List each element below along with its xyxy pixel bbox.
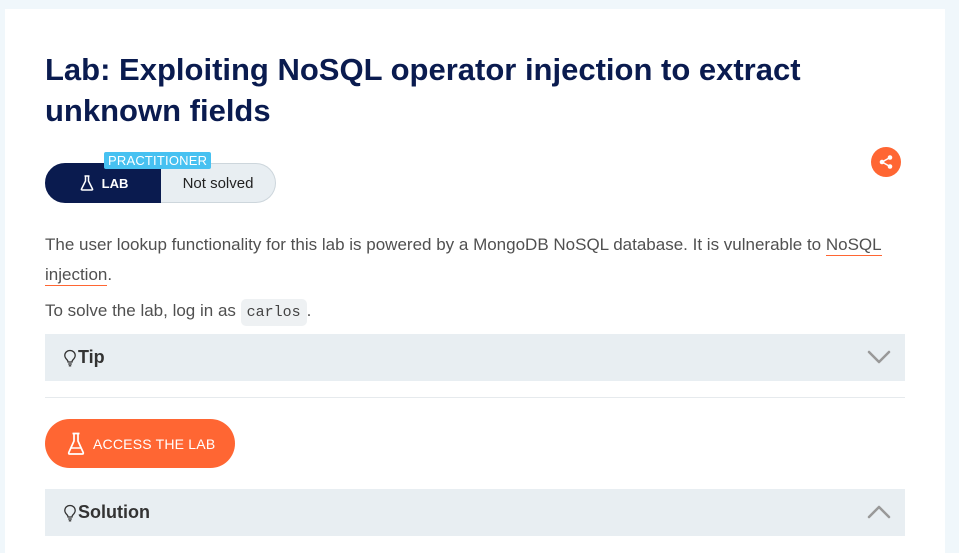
lightbulb-icon <box>63 504 77 522</box>
solve-instructions: To solve the lab, log in as carlos. <box>45 299 312 326</box>
solve-prefix: To solve the lab, log in as <box>45 301 241 320</box>
solution-accordion[interactable]: Solution <box>45 489 905 536</box>
lightbulb-icon <box>63 349 77 367</box>
lab-status-badge: PRACTITIONER LAB Not solved <box>45 152 277 203</box>
level-tag: PRACTITIONER <box>104 152 212 169</box>
lab-label-pill: LAB <box>45 163 163 203</box>
access-lab-button[interactable]: ACCESS THE LAB <box>45 419 235 468</box>
share-button[interactable] <box>871 147 901 177</box>
section-divider <box>45 397 905 398</box>
tip-accordion[interactable]: Tip <box>45 334 905 381</box>
lab-description: The user lookup functionality for this l… <box>45 230 905 290</box>
username-code: carlos <box>240 299 307 326</box>
access-lab-label: ACCESS THE LAB <box>93 435 216 452</box>
solution-label: Solution <box>78 502 150 522</box>
solve-suffix: . <box>306 301 312 320</box>
chevron-down-icon <box>867 346 891 373</box>
lab-label: LAB <box>101 175 129 191</box>
description-end: . <box>107 265 113 284</box>
flask-icon <box>80 175 94 191</box>
lab-page: Lab: Exploiting NoSQL operator injection… <box>5 9 945 553</box>
chevron-up-icon <box>867 501 891 528</box>
description-text: The user lookup functionality for this l… <box>45 235 826 254</box>
flask-icon <box>67 432 85 456</box>
page-title: Lab: Exploiting NoSQL operator injection… <box>45 52 801 128</box>
solved-status: Not solved <box>161 163 276 203</box>
share-icon <box>878 154 894 170</box>
tip-label: Tip <box>78 347 105 367</box>
